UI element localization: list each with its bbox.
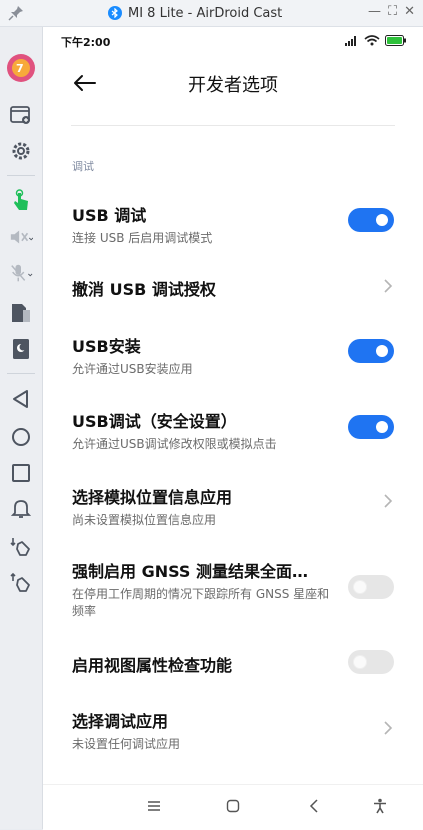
divider — [71, 125, 395, 126]
setting-debug-app[interactable]: 选择调试应用 未设置任何调试应用 — [72, 708, 398, 753]
sidebar-divider — [7, 175, 35, 176]
signal-icon — [345, 35, 356, 46]
window-title: MI 8 Lite - AirDroid Cast — [128, 5, 283, 21]
setting-subtitle: 允许通过USB安装应用 — [72, 362, 193, 376]
menu-icon[interactable] — [143, 795, 165, 817]
speaker-muted-icon[interactable] — [9, 225, 33, 249]
toggle-knob — [354, 581, 366, 593]
setting-title: 选择模拟位置信息应用 — [72, 488, 233, 507]
gear-icon[interactable] — [9, 139, 33, 163]
usb-debugging-toggle[interactable] — [348, 208, 394, 232]
touch-control-icon[interactable] — [9, 189, 33, 213]
view-attribute-toggle[interactable] — [348, 650, 394, 674]
window-titlebar: MI 8 Lite - AirDroid Cast — ⛶ ✕ — [0, 0, 423, 27]
setting-title: 撤消 USB 调试授权 — [72, 280, 216, 299]
setting-title: 选择调试应用 — [72, 712, 169, 731]
setting-title: 强制启用 GNSS 测量结果全面… — [72, 562, 308, 581]
volume-down-icon[interactable] — [9, 535, 33, 559]
setting-subtitle: 允许通过USB调试修改权限或模拟点击 — [72, 437, 277, 451]
toggle-knob — [376, 345, 388, 357]
toggle-knob — [376, 214, 388, 226]
home-circle-icon[interactable] — [9, 425, 33, 449]
setting-force-gnss[interactable]: 强制启用 GNSS 测量结果全面… 在停用工作周期的情况下跟踪所有 GNSS 星… — [72, 558, 332, 620]
bell-icon[interactable] — [9, 497, 33, 521]
screenshot-icon[interactable] — [9, 103, 33, 127]
setting-subtitle: 尚未设置模拟位置信息应用 — [72, 513, 217, 527]
volume-up-icon[interactable] — [9, 571, 33, 595]
setting-revoke-usb-auth[interactable]: 撤消 USB 调试授权 — [72, 276, 398, 300]
page-title: 开发者选项 — [188, 75, 278, 96]
cast-sidebar: 7 — [0, 27, 43, 829]
status-bar: 下午2:00 — [43, 27, 423, 55]
page-header: 开发者选项 — [43, 63, 423, 103]
fullscreen-icon[interactable]: ⛶ — [388, 4, 397, 19]
bluetooth-icon — [108, 6, 122, 20]
setting-subtitle: 在停用工作周期的情况下跟踪所有 GNSS 星座和频率 — [72, 587, 330, 618]
svg-text:7: 7 — [16, 62, 24, 75]
section-label: 调试 — [72, 160, 94, 173]
back-icon[interactable] — [303, 795, 325, 817]
usb-debug-security-toggle[interactable] — [348, 415, 394, 439]
close-icon[interactable]: ✕ — [404, 4, 415, 19]
setting-mock-location-app[interactable]: 选择模拟位置信息应用 尚未设置模拟位置信息应用 — [72, 484, 398, 529]
toggle-knob — [376, 421, 388, 433]
setting-subtitle: 连接 USB 后启用调试模式 — [72, 231, 213, 245]
sidebar-divider — [7, 373, 35, 374]
force-gnss-toggle[interactable] — [348, 575, 394, 599]
status-time: 下午2:00 — [61, 36, 111, 49]
avatar[interactable]: 7 — [6, 53, 36, 83]
usb-install-toggle[interactable] — [348, 339, 394, 363]
setting-subtitle: 未设置任何调试应用 — [72, 737, 181, 751]
chevron-right-icon — [384, 721, 393, 735]
file-transfer-icon[interactable] — [9, 301, 33, 325]
back-triangle-icon[interactable] — [9, 387, 33, 411]
minimize-icon[interactable]: — — [368, 4, 381, 19]
mic-muted-icon[interactable] — [9, 261, 33, 285]
chevron-right-icon — [384, 279, 393, 293]
navigation-bar — [43, 784, 423, 830]
chevron-right-icon — [384, 494, 393, 508]
home-icon[interactable] — [222, 795, 244, 817]
theme-icon[interactable] — [9, 337, 33, 361]
accessibility-icon[interactable] — [369, 795, 391, 817]
battery-icon — [385, 35, 406, 46]
recents-square-icon[interactable] — [9, 461, 33, 485]
phone-screen: 下午2:00 开发者选项 调试 USB 调试 连接 USB 后启用调试模式 撤消… — [43, 27, 423, 830]
pin-icon[interactable] — [8, 5, 24, 21]
wifi-icon — [364, 35, 380, 46]
toggle-knob — [354, 656, 366, 668]
